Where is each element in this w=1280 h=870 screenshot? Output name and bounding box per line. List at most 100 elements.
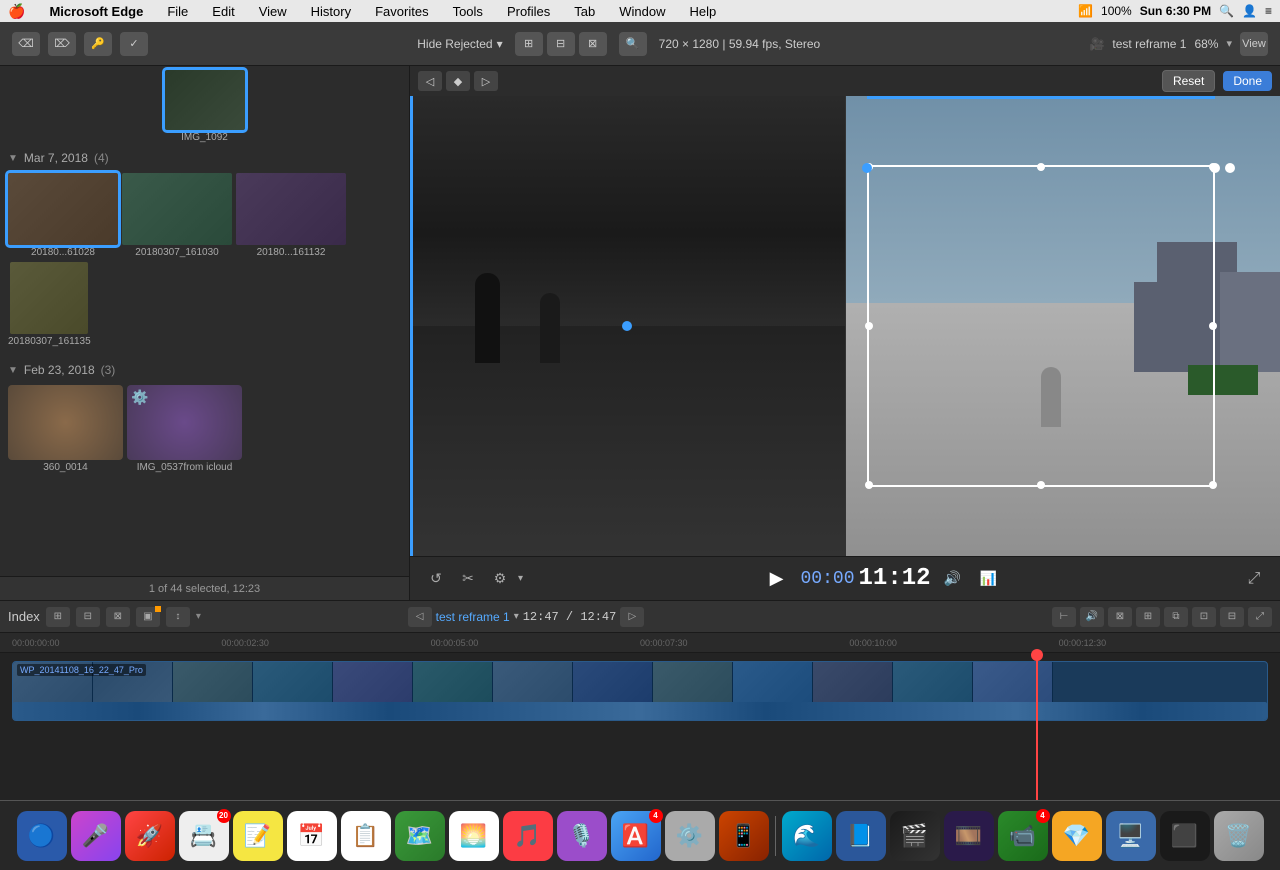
dock-photos[interactable]: 🌅 [449, 811, 499, 861]
list-item[interactable]: 20180...61028 [8, 173, 118, 258]
menu-help[interactable]: Help [686, 4, 721, 19]
prev-frame-btn[interactable]: ◁ [418, 71, 442, 91]
video-track[interactable]: WP_20141108_16_22_47_Pro [12, 661, 1268, 721]
list-item[interactable]: 20180307_161030 [122, 173, 232, 258]
check-button[interactable]: ✓ [120, 32, 148, 56]
search-toolbar-btn[interactable]: 🔍 [619, 32, 647, 56]
dock-notes[interactable]: 📝 [233, 811, 283, 861]
tl-view-1[interactable]: ⊞ [46, 607, 70, 627]
prev-project-btn[interactable]: ◁ [408, 607, 432, 627]
dock-siri[interactable]: 🎤 [71, 811, 121, 861]
levels-btn[interactable]: 📊 [975, 567, 1003, 591]
menu-tools[interactable]: Tools [449, 4, 487, 19]
view-grid-btn[interactable]: ⊟ [547, 32, 575, 56]
date-header-feb2018[interactable]: ▼ Feb 23, 2018 (3) [8, 359, 401, 381]
library-scroll[interactable]: ▼ Mar 7, 2018 (4) 20180...61028 20180307… [0, 143, 409, 576]
date-header-mar2018[interactable]: ▼ Mar 7, 2018 (4) [8, 147, 401, 169]
menu-tab[interactable]: Tab [570, 4, 599, 19]
dock-trash[interactable]: 🗑️ [1214, 811, 1264, 861]
tl-right-1[interactable]: ⊢ [1052, 607, 1076, 627]
play-button[interactable]: ▶ [761, 563, 793, 595]
timeline-tracks[interactable]: WP_20141108_16_22_47_Pro [0, 653, 1280, 800]
dock-music[interactable]: 🎵 [503, 811, 553, 861]
settings-chevron[interactable]: ▾ [518, 573, 523, 584]
volume-btn[interactable]: 🔊 [939, 567, 967, 591]
dock-sketch[interactable]: 💎 [1052, 811, 1102, 861]
list-item[interactable]: 360_0014 [8, 385, 123, 473]
thumb-image[interactable] [8, 173, 118, 245]
menu-file[interactable]: File [163, 4, 192, 19]
list-item[interactable]: ⚙️ IMG_0537from icloud [127, 385, 242, 473]
index-label[interactable]: Index [8, 609, 40, 624]
dock-maps[interactable]: 🗺️ [395, 811, 445, 861]
settings-btn[interactable]: ⚙ [486, 567, 514, 591]
app-name[interactable]: Microsoft Edge [45, 4, 147, 19]
list-item[interactable]: 20180...161132 [236, 173, 346, 258]
menu-view[interactable]: View [255, 4, 291, 19]
thumb-image[interactable] [122, 173, 232, 245]
dock-calendar[interactable]: 📅 [287, 811, 337, 861]
dock-edge[interactable]: 🌊 [782, 811, 832, 861]
zoom-chevron[interactable]: ▾ [1226, 37, 1232, 50]
thumb-image[interactable] [236, 173, 346, 245]
tl-right-7[interactable]: ⊟ [1220, 607, 1244, 627]
tl-view-4[interactable]: ▣ [136, 607, 160, 627]
dock-premiere[interactable]: 🎞️ [944, 811, 994, 861]
reset-button[interactable]: Reset [1162, 70, 1215, 92]
fullscreen-expand[interactable]: ⤢ [1240, 567, 1268, 591]
key-button[interactable]: 🔑 [84, 32, 112, 56]
reframe-top-right-dot2[interactable] [1225, 163, 1235, 173]
menu-window[interactable]: Window [615, 4, 669, 19]
dock-terminal[interactable]: ⬛ [1160, 811, 1210, 861]
sort-chevron[interactable]: ▾ [196, 611, 201, 622]
forward-button[interactable]: ⌦ [48, 32, 76, 56]
dock-contacts[interactable]: 📇 20 [179, 811, 229, 861]
project-dropdown-chevron[interactable]: ▾ [514, 611, 519, 622]
dock-reminders[interactable]: 📋 [341, 811, 391, 861]
thumb-image-360[interactable] [8, 385, 123, 460]
next-project-btn[interactable]: ▷ [620, 607, 644, 627]
dock-finder2[interactable]: 🖥️ [1106, 811, 1156, 861]
timeline-playhead[interactable] [1036, 653, 1038, 800]
view-filmstrip-btn[interactable]: ⊠ [579, 32, 607, 56]
tl-view-2[interactable]: ⊟ [76, 607, 100, 627]
view-list-btn[interactable]: ⊞ [515, 32, 543, 56]
dock-sysprefs[interactable]: ⚙️ [665, 811, 715, 861]
back-button[interactable]: ⌫ [12, 32, 40, 56]
menu-edit[interactable]: Edit [208, 4, 238, 19]
apple-menu[interactable]: 🍎 [8, 3, 25, 20]
tl-fullscreen[interactable]: ⤢ [1248, 607, 1272, 627]
tl-right-4[interactable]: ⊞ [1136, 607, 1160, 627]
keyframe-btn[interactable]: ◆ [446, 71, 470, 91]
dock-appstore[interactable]: 🅰️ 4 [611, 811, 661, 861]
hide-rejected-control[interactable]: Hide Rejected ▾ [417, 37, 502, 51]
loop-btn[interactable]: ↺ [422, 567, 450, 591]
dock-fcpx[interactable]: 🎬 [890, 811, 940, 861]
reframe-top-left-dot[interactable] [862, 163, 872, 173]
menu-profiles[interactable]: Profiles [503, 4, 554, 19]
thumb-image[interactable] [10, 262, 88, 334]
menu-favorites[interactable]: Favorites [371, 4, 432, 19]
tl-right-5[interactable]: ⧉ [1164, 607, 1188, 627]
dock-word[interactable]: 📘 [836, 811, 886, 861]
done-button[interactable]: Done [1223, 71, 1272, 91]
playhead-handle[interactable] [1031, 649, 1043, 661]
reframe-top-right-dot[interactable] [1210, 163, 1220, 173]
dock-transloader[interactable]: 📱 [719, 811, 769, 861]
tl-right-2[interactable]: 🔊 [1080, 607, 1104, 627]
dock-finder[interactable]: 🔵 [17, 811, 67, 861]
top-thumb-item[interactable]: IMG_1092 [8, 70, 401, 143]
thumb-image-icloud[interactable]: ⚙️ [127, 385, 242, 460]
reframe-center-dot[interactable] [622, 321, 632, 331]
dock-podcasts[interactable]: 🎙️ [557, 811, 607, 861]
tl-right-3[interactable]: ⊠ [1108, 607, 1132, 627]
user-icon[interactable]: 👤 [1242, 4, 1257, 18]
search-icon[interactable]: 🔍 [1219, 4, 1234, 18]
list-item[interactable]: 20180307_161135 [8, 262, 91, 347]
tl-right-6[interactable]: ⊡ [1192, 607, 1216, 627]
dock-launchpad[interactable]: 🚀 [125, 811, 175, 861]
next-frame-btn[interactable]: ▷ [474, 71, 498, 91]
top-thumb-image[interactable] [165, 70, 245, 130]
view-btn[interactable]: View [1240, 32, 1268, 56]
tl-sort[interactable]: ↕ [166, 607, 190, 627]
